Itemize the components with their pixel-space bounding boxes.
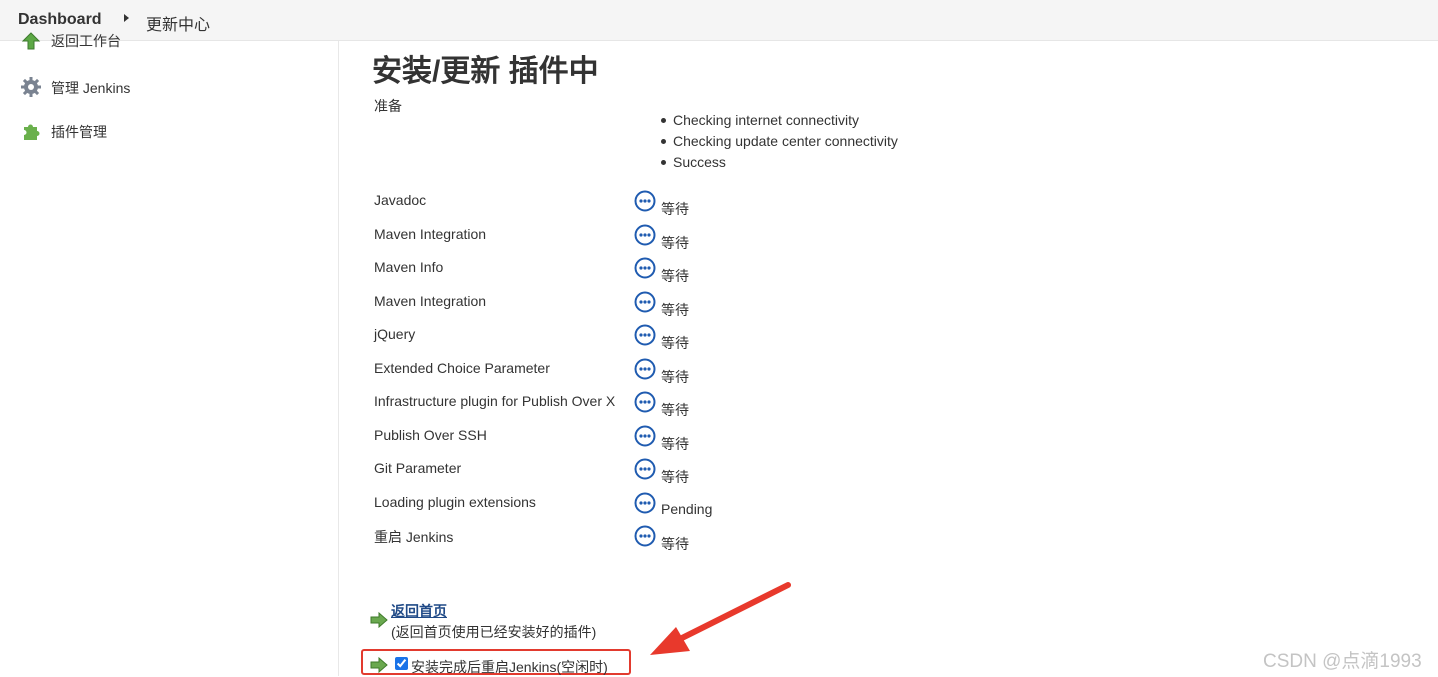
connectivity-checks: Checking internet connectivity Checking …: [661, 110, 898, 173]
plugin-row: Publish Over SSH 等待: [0, 425, 1000, 459]
plugin-name: Extended Choice Parameter: [374, 360, 550, 376]
plugin-name: Javadoc: [374, 192, 427, 208]
plugin-name: Maven Integration: [374, 293, 487, 309]
sidebar: 返回工作台 管理 Jenkins 插件管理: [0, 32, 338, 676]
breadcrumb-dashboard[interactable]: Dashboard: [18, 11, 102, 29]
up-arrow-icon: [21, 32, 41, 50]
page-title: 安装/更新 插件中: [372, 55, 599, 88]
restart-after-install-checkbox[interactable]: [395, 657, 408, 670]
pending-status-icon: [634, 291, 656, 313]
sidebar-divider: [338, 41, 339, 676]
pending-status-icon: [634, 458, 656, 480]
back-to-home-link[interactable]: 返回首页: [391, 601, 447, 621]
plugin-row: Loading plugin extensions Pending: [0, 492, 1000, 526]
green-arrow-icon: [370, 657, 388, 673]
breadcrumb-bar: Dashboard 更新中心: [0, 0, 1438, 41]
check-item: Checking internet connectivity: [661, 110, 898, 131]
annotation-arrow-icon: [650, 582, 791, 655]
plugin-status: 等待: [661, 335, 689, 351]
plugin-row: Infrastructure plugin for Publish Over X…: [0, 391, 1000, 425]
puzzle-icon: [24, 124, 40, 140]
plugin-name: Loading plugin extensions: [374, 494, 536, 510]
pending-status-icon: [634, 224, 656, 246]
plugin-row: Maven Integration 等待: [0, 291, 1000, 325]
plugin-name: Maven Info: [374, 259, 444, 275]
pending-status-icon: [634, 525, 656, 547]
pending-status-icon: [634, 492, 656, 514]
plugin-status: 等待: [661, 402, 689, 418]
back-to-home-note: (返回首页使用已经安装好的插件): [391, 624, 597, 640]
plugin-row: Git Parameter 等待: [0, 458, 1000, 492]
gear-icon: [21, 77, 41, 97]
green-arrow-icon: [370, 612, 388, 628]
plugin-row: Extended Choice Parameter 等待: [0, 358, 1000, 392]
pending-status-icon: [634, 358, 656, 380]
plugin-name: Maven Integration: [374, 226, 487, 242]
pending-status-icon: [634, 257, 656, 279]
pending-status-icon: [634, 324, 656, 346]
pending-status-icon: [634, 391, 656, 413]
prepare-label: 准备: [374, 98, 402, 114]
plugin-name: 重启 Jenkins: [374, 529, 454, 545]
check-item: Checking update center connectivity: [661, 131, 898, 152]
pending-status-icon: [634, 190, 656, 212]
check-item: Success: [661, 152, 898, 173]
plugin-row: 重启 Jenkins 等待: [0, 525, 1000, 559]
sidebar-item-label: 管理 Jenkins: [51, 80, 131, 96]
plugin-row: Maven Integration 等待: [0, 224, 1000, 258]
breadcrumb-update-center[interactable]: 更新中心: [146, 11, 210, 35]
breadcrumb-separator-icon: [124, 14, 129, 22]
pending-status-icon: [634, 425, 656, 447]
plugin-row: jQuery 等待: [0, 324, 1000, 358]
plugin-status: 等待: [661, 235, 689, 251]
plugin-status: 等待: [661, 268, 689, 284]
plugin-name: jQuery: [374, 326, 416, 342]
plugin-status: 等待: [661, 369, 689, 385]
plugin-status: 等待: [661, 436, 689, 452]
plugin-row: Javadoc 等待: [0, 190, 1000, 224]
restart-after-install-label[interactable]: 安装完成后重启Jenkins(空闲时): [411, 657, 608, 677]
plugin-name: Publish Over SSH: [374, 427, 487, 443]
watermark: CSDN @点滴1993: [1263, 651, 1422, 672]
plugin-status: 等待: [661, 302, 689, 318]
plugin-row: Maven Info 等待: [0, 257, 1000, 291]
plugin-name: Infrastructure plugin for Publish Over X: [374, 393, 616, 409]
plugin-status: 等待: [661, 201, 689, 217]
plugin-status: 等待: [661, 536, 689, 552]
sidebar-item-label: 插件管理: [51, 124, 107, 140]
plugin-status: 等待: [661, 469, 689, 485]
sidebar-item-label: 返回工作台: [51, 33, 121, 49]
plugin-status: Pending: [661, 501, 713, 517]
plugin-name: Git Parameter: [374, 460, 462, 476]
